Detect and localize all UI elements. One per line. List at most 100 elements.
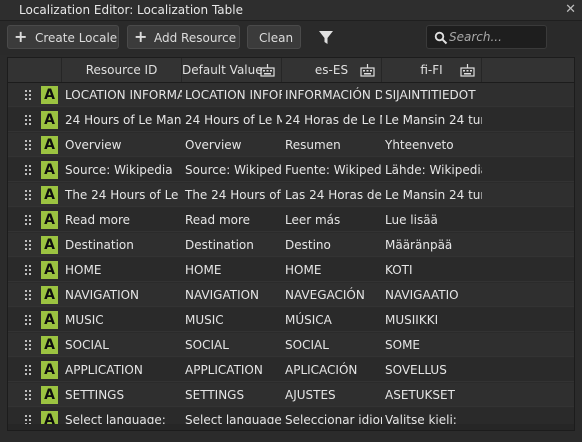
cell-default-value[interactable]: 24 Hours of Le Mans bbox=[182, 108, 282, 132]
column-header-es-es[interactable]: es-ES bbox=[282, 58, 382, 82]
cell-resource-id[interactable]: NAVIGATION bbox=[62, 283, 182, 307]
drag-handle-icon[interactable] bbox=[24, 89, 32, 101]
cell-resource-id[interactable]: MUSIC bbox=[62, 308, 182, 332]
drag-handle-icon[interactable] bbox=[24, 164, 32, 176]
table-row[interactable]: A Source: Wikipedia Source: Wikipedia Fuent… bbox=[8, 158, 574, 182]
table-row[interactable]: A SOCIAL SOCIAL SOCIAL SOME bbox=[8, 333, 574, 357]
table-row[interactable]: A HOME HOME HOME KOTI bbox=[8, 258, 574, 282]
cell-es-es[interactable]: Leer más bbox=[282, 208, 382, 232]
cell-es-es[interactable]: HOME bbox=[282, 258, 382, 282]
table-row[interactable]: A Destination Destination Destino Määränpää bbox=[8, 233, 574, 257]
drag-handle-icon[interactable] bbox=[24, 114, 32, 126]
cell-fi-fi[interactable]: Määränpää bbox=[382, 233, 482, 257]
cell-default-value[interactable]: NAVIGATION bbox=[182, 283, 282, 307]
table-row[interactable]: A NAVIGATION NAVIGATION NAVEGACIÓN NAVIGAATI… bbox=[8, 283, 574, 307]
cell-fi-fi[interactable]: Yhteenveto bbox=[382, 133, 482, 157]
text-resource-icon: A bbox=[41, 286, 58, 304]
cell-es-es[interactable]: AJUSTES bbox=[282, 383, 382, 407]
column-header-default-value[interactable]: Default Value bbox=[182, 58, 282, 82]
table-row[interactable]: A Read more Read more Leer más Lue lisää bbox=[8, 208, 574, 232]
cell-es-es[interactable]: Fuente: Wikipedia bbox=[282, 158, 382, 182]
cell-default-value[interactable]: Source: Wikipedia bbox=[182, 158, 282, 182]
cell-default-value[interactable]: Destination bbox=[182, 233, 282, 257]
table-row[interactable]: A Overview Overview Resumen Yhteenveto bbox=[8, 133, 574, 157]
cell-es-es[interactable]: NAVEGACIÓN bbox=[282, 283, 382, 307]
cell-resource-id[interactable]: SOCIAL bbox=[62, 333, 182, 357]
search-icon bbox=[434, 31, 448, 45]
cell-es-es[interactable]: SOCIAL bbox=[282, 333, 382, 357]
cell-es-es[interactable]: MÚSICA bbox=[282, 308, 382, 332]
cell-default-value[interactable]: Overview bbox=[182, 133, 282, 157]
drag-handle-icon[interactable] bbox=[24, 214, 32, 226]
cell-fi-fi[interactable]: NAVIGAATIO bbox=[382, 283, 482, 307]
cell-resource-id[interactable]: The 24 Hours of Le Mans bbox=[62, 183, 182, 207]
cell-default-value[interactable]: LOCATION INFORMATION bbox=[182, 83, 282, 107]
cell-fi-fi[interactable]: SOME bbox=[382, 333, 482, 357]
cell-es-es[interactable]: 24 Horas de Le Mans bbox=[282, 108, 382, 132]
cell-fi-fi[interactable]: Lue lisää bbox=[382, 208, 482, 232]
cell-fi-fi[interactable]: SIJAINTITIEDOT bbox=[382, 83, 482, 107]
cell-default-value[interactable]: SETTINGS bbox=[182, 383, 282, 407]
cell-fi-fi[interactable]: Le Mansin 24 tunnin ajot bbox=[382, 108, 482, 132]
cell-default-value[interactable]: MUSIC bbox=[182, 308, 282, 332]
cell-resource-id[interactable]: SETTINGS bbox=[62, 383, 182, 407]
keyboard-icon[interactable] bbox=[360, 63, 375, 77]
clean-button[interactable]: Clean bbox=[247, 25, 301, 49]
search-box[interactable] bbox=[426, 25, 547, 49]
cell-es-es[interactable]: APLICACIÓN bbox=[282, 358, 382, 382]
localization-table: Resource ID Default Value es-ES fi-FI A … bbox=[7, 57, 575, 431]
column-header-handle bbox=[8, 58, 62, 82]
filter-icon[interactable] bbox=[316, 28, 336, 48]
cell-es-es[interactable]: Destino bbox=[282, 233, 382, 257]
drag-handle-icon[interactable] bbox=[24, 239, 32, 251]
cell-fi-fi[interactable]: ASETUKSET bbox=[382, 383, 482, 407]
keyboard-icon[interactable] bbox=[460, 63, 475, 77]
table-header: Resource ID Default Value es-ES fi-FI bbox=[8, 58, 574, 83]
table-row[interactable]: AThe 24 Hours of Le MansThe 24 Hours of … bbox=[8, 183, 574, 207]
cell-fi-fi[interactable]: Lähde: Wikipedia bbox=[382, 158, 482, 182]
cell-es-es[interactable]: Las 24 Horas de Le Mans bbox=[282, 183, 382, 207]
plus-icon: + bbox=[134, 27, 148, 46]
drag-handle-icon[interactable] bbox=[24, 264, 32, 276]
cell-es-es[interactable]: INFORMACIÓN DE UBICACIÓN bbox=[282, 83, 382, 107]
keyboard-icon[interactable] bbox=[260, 63, 275, 77]
table-row[interactable]: A MUSIC MUSIC MÚSICA MUSIIKKI bbox=[8, 308, 574, 332]
add-resource-button[interactable]: + Add Resource bbox=[127, 25, 240, 49]
close-icon[interactable]: ✕ bbox=[565, 2, 576, 17]
cell-resource-id[interactable]: Source: Wikipedia bbox=[62, 158, 182, 182]
cell-fi-fi[interactable]: Le Mansin 24 tunnin ajot bbox=[382, 183, 482, 207]
cell-resource-id[interactable]: LOCATION INFORMATION bbox=[62, 83, 182, 107]
drag-handle-icon[interactable] bbox=[24, 389, 32, 401]
cell-resource-id[interactable]: 24 Hours of Le Mans bbox=[62, 108, 182, 132]
cell-resource-id[interactable]: Read more bbox=[62, 208, 182, 232]
search-input[interactable] bbox=[449, 28, 543, 46]
cell-default-value[interactable]: SOCIAL bbox=[182, 333, 282, 357]
cell-resource-id[interactable]: Overview bbox=[62, 133, 182, 157]
table-row[interactable]: A24 Hours of Le Mans24 Hours of Le Mans2… bbox=[8, 108, 574, 132]
cell-resource-id[interactable]: Destination bbox=[62, 233, 182, 257]
drag-handle-icon[interactable] bbox=[24, 339, 32, 351]
cell-resource-id[interactable]: APPLICATION bbox=[62, 358, 182, 382]
drag-handle-icon[interactable] bbox=[24, 189, 32, 201]
column-header-resource-id[interactable]: Resource ID bbox=[62, 58, 182, 82]
cell-default-value[interactable]: HOME bbox=[182, 258, 282, 282]
cell-fi-fi[interactable]: SOVELLUS bbox=[382, 358, 482, 382]
cell-resource-id[interactable]: HOME bbox=[62, 258, 182, 282]
drag-handle-icon[interactable] bbox=[24, 139, 32, 151]
table-row[interactable]: A SETTINGS SETTINGS AJUSTES ASETUKSET bbox=[8, 383, 574, 407]
table-row[interactable]: ALOCATION INFORMATIONLOCATION INFORMATIO… bbox=[8, 83, 574, 107]
drag-handle-icon[interactable] bbox=[24, 364, 32, 376]
table-row[interactable]: A APPLICATION APPLICATION APLICACIÓN SOVELLU… bbox=[8, 358, 574, 382]
cell-es-es[interactable]: Resumen bbox=[282, 133, 382, 157]
column-header-fi-fi[interactable]: fi-FI bbox=[382, 58, 482, 82]
drag-handle-icon[interactable] bbox=[24, 314, 32, 326]
cell-default-value[interactable]: APPLICATION bbox=[182, 358, 282, 382]
cell-fi-fi[interactable]: MUSIIKKI bbox=[382, 308, 482, 332]
text-resource-icon: A bbox=[41, 161, 58, 179]
horizontal-scrollbar[interactable] bbox=[8, 424, 574, 430]
cell-default-value[interactable]: Read more bbox=[182, 208, 282, 232]
create-locale-button[interactable]: + Create Locale bbox=[7, 25, 119, 49]
drag-handle-icon[interactable] bbox=[24, 289, 32, 301]
cell-default-value[interactable]: The 24 Hours of Le Mans bbox=[182, 183, 282, 207]
cell-fi-fi[interactable]: KOTI bbox=[382, 258, 482, 282]
